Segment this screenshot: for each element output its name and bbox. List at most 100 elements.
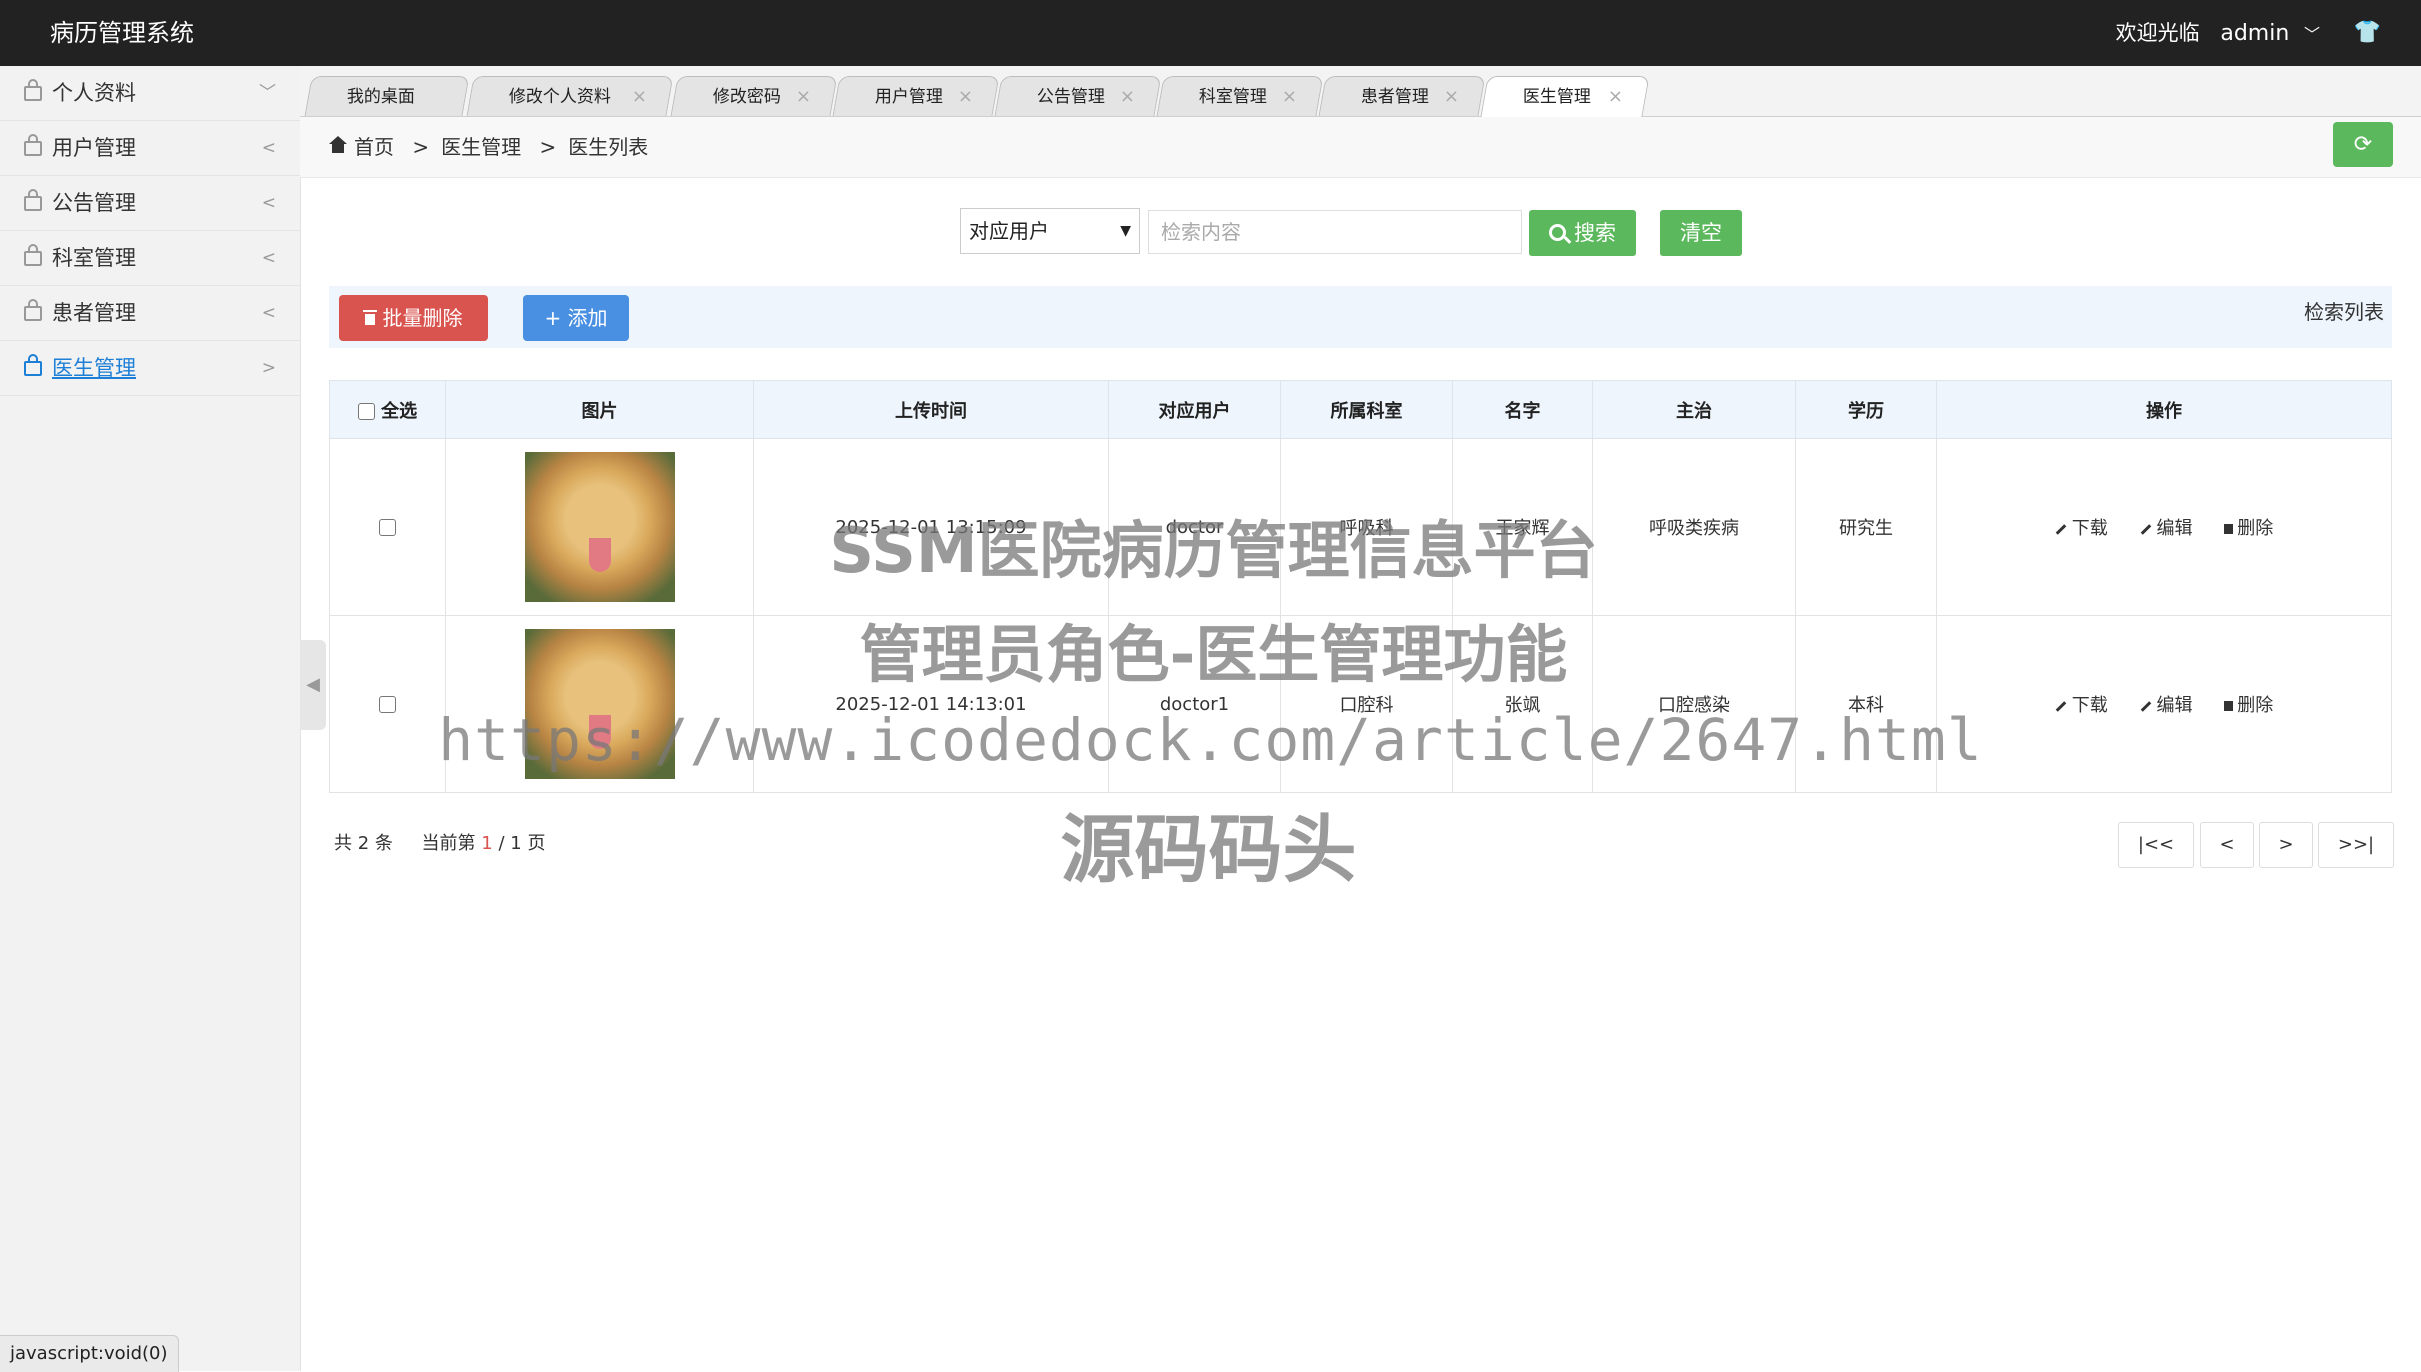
tab-label: 修改密码 <box>712 87 781 107</box>
pages-suffix: 页 <box>527 833 546 854</box>
chevron-icon: < <box>261 138 276 158</box>
row-select <box>329 615 446 793</box>
current-prefix: 当前第 <box>421 833 476 854</box>
sidebar: 个人资料 ﹀ 用户管理 < 公告管理 < 科室管理 < 患者管理 < 医生管理 … <box>0 66 301 1371</box>
tab-change-password[interactable]: 修改密码 × <box>670 76 838 117</box>
tab-user-management[interactable]: 用户管理 × <box>832 76 1000 117</box>
tab-label: 公告管理 <box>1036 87 1105 107</box>
top-bar: 病历管理系统 欢迎光临 admin ﹀ 👕 <box>0 0 2421 66</box>
sidebar-item-doctors[interactable]: 医生管理 > <box>0 341 300 396</box>
first-page-button[interactable]: |<< <box>2118 822 2194 868</box>
refresh-button[interactable]: ⟳ <box>2333 122 2393 167</box>
header-select-all[interactable]: 全选 <box>329 380 446 439</box>
sidebar-item-label: 医生管理 <box>52 356 136 380</box>
cell-upload-time: 2025-12-01 13:15:09 <box>753 438 1109 616</box>
search-input[interactable]: 检索内容 <box>1148 210 1522 254</box>
search-icon <box>1549 224 1566 241</box>
plus-icon: + <box>544 306 568 330</box>
user-menu[interactable]: 欢迎光临 admin ﹀ <box>2116 0 2320 68</box>
breadcrumb-home[interactable]: 首页 <box>354 135 394 159</box>
header-operations: 操作 <box>1936 380 2392 439</box>
cell-education: 本科 <box>1795 615 1937 793</box>
breadcrumb-separator: > <box>539 135 557 159</box>
next-page-button[interactable]: > <box>2259 822 2313 868</box>
sidebar-item-users[interactable]: 用户管理 < <box>0 121 300 176</box>
cell-department: 呼吸科 <box>1280 438 1453 616</box>
sidebar-item-departments[interactable]: 科室管理 < <box>0 231 300 286</box>
sidebar-collapse-handle[interactable]: ◀ <box>300 640 326 730</box>
tab-edit-profile[interactable]: 修改个人资料 × <box>466 76 674 117</box>
download-link[interactable]: 下载 <box>2055 514 2108 540</box>
breadcrumb-level1[interactable]: 医生管理 <box>441 135 521 159</box>
batch-delete-button[interactable]: 批量删除 <box>339 295 488 341</box>
tab-doctor-management[interactable]: 医生管理 × <box>1480 76 1650 117</box>
refresh-icon: ⟳ <box>2353 132 2373 157</box>
close-icon[interactable]: × <box>1444 77 1459 117</box>
row-checkbox[interactable] <box>379 696 396 713</box>
close-icon[interactable]: × <box>958 77 973 117</box>
tab-patient-management[interactable]: 患者管理 × <box>1318 76 1486 117</box>
delete-link[interactable]: 删除 <box>2224 514 2273 540</box>
close-icon[interactable]: × <box>1120 77 1135 117</box>
table-header-row: 全选 图片 上传时间 对应用户 所属科室 名字 主治 学历 操作 <box>329 380 2392 439</box>
sidebar-item-label: 个人资料 <box>52 81 136 105</box>
trash-icon <box>2224 524 2234 534</box>
header-education: 学历 <box>1795 380 1937 439</box>
tab-notice-management[interactable]: 公告管理 × <box>994 76 1162 117</box>
status-bar-url: javascript:void(0) <box>0 1335 179 1372</box>
row-checkbox[interactable] <box>379 519 396 536</box>
select-all-checkbox[interactable] <box>357 403 375 420</box>
batch-delete-label: 批量删除 <box>382 306 463 330</box>
tab-desktop[interactable]: 我的桌面 <box>304 76 470 116</box>
tab-label: 用户管理 <box>874 87 943 107</box>
close-icon[interactable]: × <box>632 77 647 117</box>
sidebar-item-label: 用户管理 <box>52 136 136 160</box>
total-count: 2 <box>357 833 370 854</box>
chevron-icon: ﹀ <box>259 83 276 103</box>
username: admin <box>2220 21 2290 46</box>
sidebar-item-label: 公告管理 <box>52 191 136 215</box>
edit-link[interactable]: 编辑 <box>2140 691 2193 717</box>
pencil-icon <box>2055 523 2067 535</box>
add-button[interactable]: + 添加 <box>523 295 629 341</box>
download-link[interactable]: 下载 <box>2055 691 2108 717</box>
cell-specialty: 呼吸类疾病 <box>1592 438 1796 616</box>
list-title: 检索列表 <box>2304 300 2384 324</box>
sidebar-item-patients[interactable]: 患者管理 < <box>0 286 300 341</box>
sidebar-item-profile[interactable]: 个人资料 ﹀ <box>0 66 300 121</box>
select-all-label: 全选 <box>381 400 418 422</box>
edit-link[interactable]: 编辑 <box>2140 514 2193 540</box>
theme-shirt-icon[interactable]: 👕 <box>2354 0 2381 66</box>
trash-icon <box>362 310 377 325</box>
tab-department-management[interactable]: 科室管理 × <box>1156 76 1324 117</box>
tab-label: 科室管理 <box>1198 87 1267 107</box>
row-image <box>445 615 754 793</box>
header-user: 对应用户 <box>1108 380 1281 439</box>
close-icon[interactable]: × <box>1608 77 1623 117</box>
row-image <box>445 438 754 616</box>
sidebar-item-label: 科室管理 <box>52 246 136 270</box>
last-page-button[interactable]: >>| <box>2318 822 2394 868</box>
cell-operations: 下载 编辑 删除 <box>1936 615 2392 793</box>
close-icon[interactable]: × <box>796 77 811 117</box>
chevron-icon: < <box>261 248 276 268</box>
app-title: 病历管理系统 <box>50 19 194 47</box>
sidebar-item-notices[interactable]: 公告管理 < <box>0 176 300 231</box>
tab-label: 我的桌面 <box>346 87 415 107</box>
sidebar-item-label: 患者管理 <box>52 301 136 325</box>
lock-icon <box>24 78 42 101</box>
search-button[interactable]: 搜索 <box>1529 210 1636 256</box>
cell-upload-time: 2025-12-01 14:13:01 <box>753 615 1109 793</box>
cell-education: 研究生 <box>1795 438 1937 616</box>
clear-button[interactable]: 清空 <box>1660 210 1742 256</box>
total-pages: 1 <box>510 833 522 854</box>
delete-link[interactable]: 删除 <box>2224 691 2273 717</box>
breadcrumb-separator: > <box>412 135 430 159</box>
close-icon[interactable]: × <box>1282 77 1297 117</box>
header-department: 所属科室 <box>1280 380 1453 439</box>
search-field-select[interactable]: 对应用户 ▼ <box>960 208 1140 254</box>
prev-page-button[interactable]: < <box>2200 822 2254 868</box>
total-suffix: 条 <box>374 833 393 854</box>
tab-label: 修改个人资料 <box>508 87 611 107</box>
lock-icon <box>24 353 42 376</box>
